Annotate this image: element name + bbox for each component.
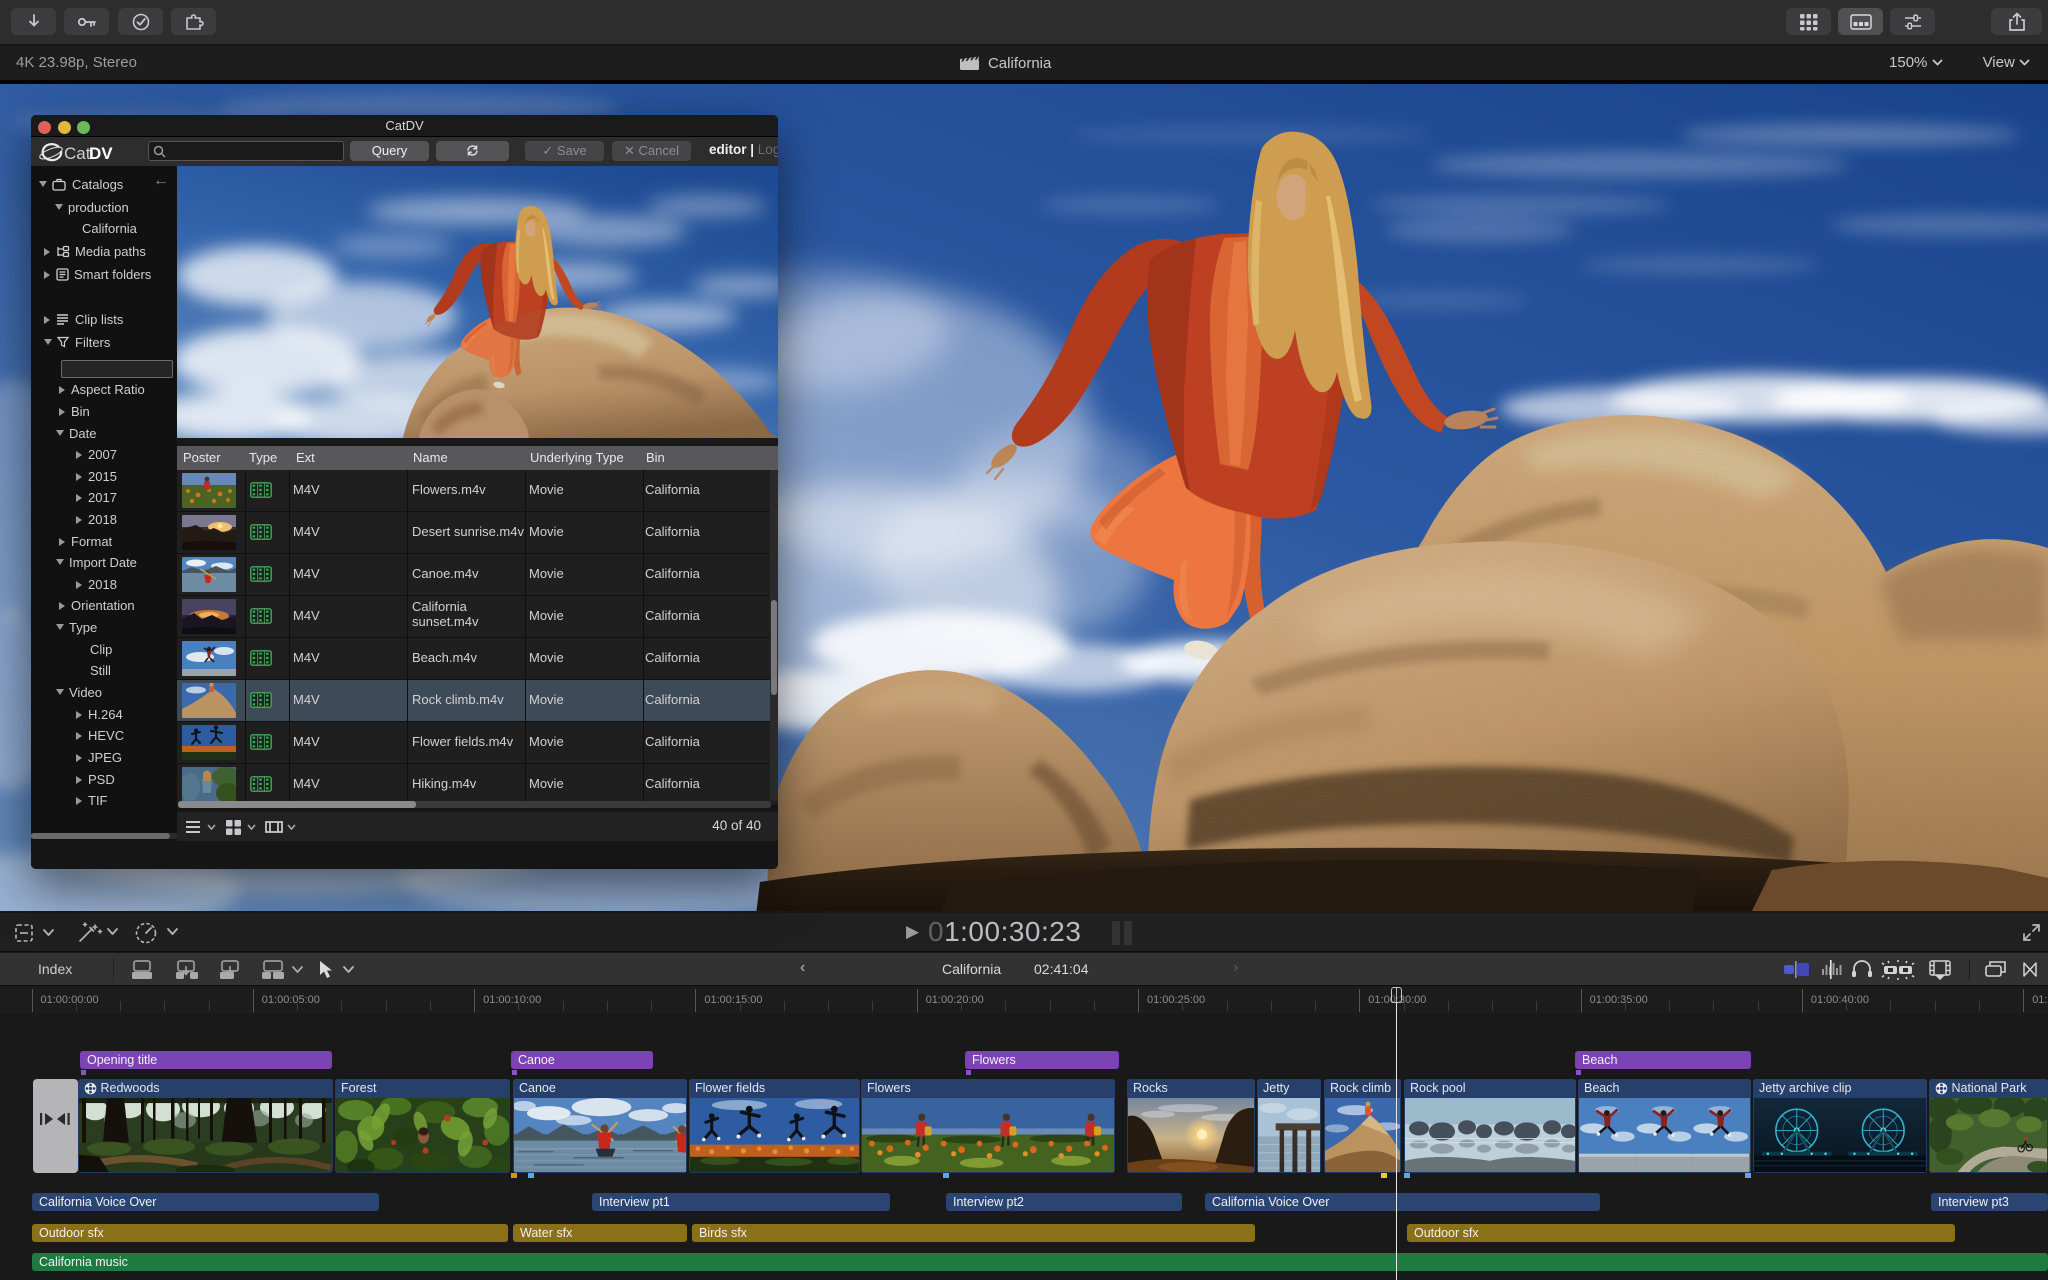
svg-text:Cat: Cat: [64, 144, 91, 163]
svg-text:DV: DV: [89, 144, 113, 163]
